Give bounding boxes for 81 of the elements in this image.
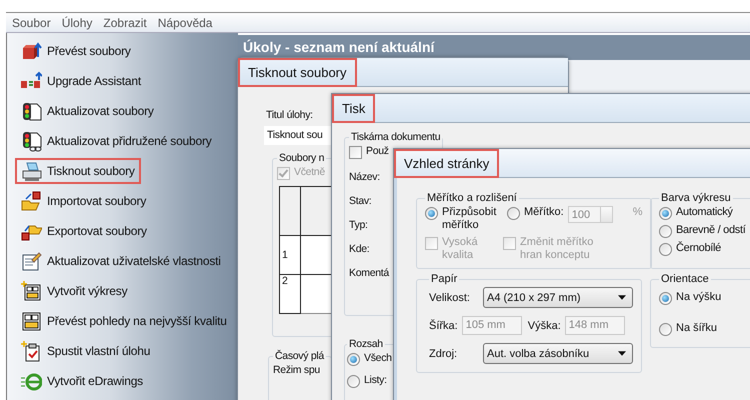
radio-label: Černobílé: [676, 242, 721, 255]
radio-label: Měřítko:: [524, 206, 564, 219]
group-label: Tiskárna dokumentu: [350, 131, 442, 143]
group-label: Soubory n: [278, 152, 326, 164]
printer-icon: [21, 160, 42, 182]
radio-label: Všech: [364, 352, 392, 365]
radio-button[interactable]: [347, 375, 360, 388]
menu-item[interactable]: Úlohy: [62, 14, 92, 30]
sidebar-item[interactable]: Importovat soubory: [15, 188, 152, 214]
sidebar-item[interactable]: Převést pohledy na nejvyšší kvalitu: [15, 308, 233, 334]
field-label: %: [632, 206, 643, 218]
radio-label: Přizpůsobit měřítko: [442, 206, 498, 232]
group-label: Rozsah: [348, 338, 384, 350]
window-title: Tisk: [332, 94, 376, 122]
radio-button[interactable]: [659, 292, 672, 305]
window-title: Tisknout soubory: [238, 58, 357, 86]
radio-label: Na šířku: [676, 322, 717, 335]
field-label: Titul úlohy:: [266, 109, 313, 121]
caret-icon: [618, 295, 626, 300]
sidebar-item[interactable]: Tisknout soubory: [15, 158, 141, 184]
caret-icon: [618, 351, 626, 356]
field-label: Šířka:: [429, 320, 458, 332]
radio-button[interactable]: [659, 323, 672, 336]
group-label: Orientace: [660, 273, 710, 285]
traffic-light-link-icon: [21, 130, 42, 152]
dropdown[interactable]: Aut. volba zásobníku: [483, 343, 633, 364]
checkbox-label: Včetně: [294, 166, 325, 179]
dropdown[interactable]: A4 (210 x 297 mm): [483, 287, 633, 308]
field-label: Komentá: [349, 267, 389, 279]
ring-speed-lines-icon: [21, 370, 42, 392]
field-label: Režim spu: [273, 364, 320, 376]
sidebar-item[interactable]: Aktualizovat přidružené soubory: [15, 128, 218, 154]
sidebar-item[interactable]: Exportovat soubory: [15, 218, 153, 244]
group-label: Měřítko a rozlišení: [426, 192, 518, 204]
group-label: Časový plá: [274, 350, 326, 362]
group-label: Papír: [430, 273, 458, 285]
radio-button[interactable]: [659, 207, 672, 220]
checkbox-label: Použ: [366, 145, 389, 158]
radio-label: Na výšku: [676, 291, 722, 304]
group-label: Barva výkresu: [660, 192, 732, 204]
radio-button[interactable]: [659, 243, 672, 256]
radio-button[interactable]: [347, 353, 360, 366]
radio-button[interactable]: [507, 207, 520, 220]
traffic-light-document-icon: [21, 100, 42, 122]
window-title: Vzhled stránky: [394, 148, 500, 178]
checkbox-label: Změnit měřítko hran konceptu: [520, 236, 594, 262]
menu-item[interactable]: Zobrazit: [103, 14, 147, 30]
row-number: 1: [280, 235, 300, 274]
field-label: Kde:: [349, 243, 370, 255]
field-label: Název:: [349, 171, 380, 183]
checkbox[interactable]: [349, 146, 362, 159]
clipboard-check-icon: [21, 340, 42, 362]
menu-item[interactable]: Soubor: [12, 14, 51, 30]
radio-label: Automatický: [676, 206, 733, 219]
sidebar-item[interactable]: Aktualizovat soubory: [15, 98, 160, 124]
drawing-sheet-icon: [21, 310, 42, 332]
menu-item[interactable]: Nápověda: [158, 14, 212, 30]
field-label: Velikost:: [429, 292, 471, 304]
drawing-sheet-star-icon: [21, 280, 42, 302]
field-label: Typ:: [349, 219, 368, 231]
table-header-cell: [280, 186, 300, 236]
sidebar-item[interactable]: Vytvořit eDrawings: [15, 368, 149, 394]
sidebar-item[interactable]: Spustit vlastní úlohu: [15, 338, 156, 364]
radio-button[interactable]: [659, 225, 672, 238]
sidebar-item[interactable]: Aktualizovat uživatelské vlastnosti: [15, 248, 227, 274]
field-label: Výška:: [528, 320, 561, 332]
sidebar-item[interactable]: Upgrade Assistant: [15, 68, 147, 94]
sidebar-item[interactable]: Vytvořit výkresy: [15, 278, 134, 304]
document-pencil-icon: [21, 250, 42, 272]
folder-cube-icon: [21, 190, 42, 212]
checkbox-label: Vysoká kvalita: [442, 236, 479, 262]
cube-arrow-icon: [21, 40, 42, 62]
radio-label: Listy:: [364, 374, 387, 387]
text-field[interactable]: Tisknout sou: [264, 126, 334, 145]
section-header: Úkoly - seznam není aktuální: [238, 35, 750, 60]
field-label: Stav:: [349, 195, 372, 207]
row-number: 2: [280, 274, 300, 314]
radio-label: Barevně / odstí: [676, 224, 746, 237]
radio-button[interactable]: [425, 207, 438, 220]
sidebar-item[interactable]: Převést soubory: [15, 38, 137, 64]
field-label: Zdroj:: [429, 348, 458, 360]
